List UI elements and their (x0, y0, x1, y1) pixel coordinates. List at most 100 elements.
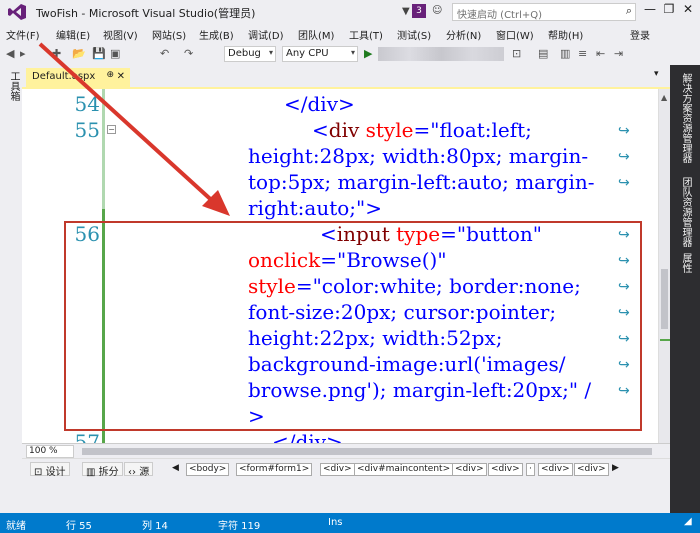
menu-test[interactable]: 测试(S) (397, 27, 431, 42)
close-button[interactable]: ✕ (678, 2, 698, 20)
properties-tab[interactable]: 属性 (678, 253, 693, 273)
menu-website[interactable]: 网站(S) (152, 27, 186, 42)
crumb-right-icon[interactable]: ▶ (612, 463, 619, 473)
breadcrumb-item[interactable]: <div> (488, 463, 523, 476)
breadcrumb-item[interactable]: <div> (574, 463, 609, 476)
breadcrumb-item[interactable]: <div> (452, 463, 487, 476)
status-ready: 就绪 (6, 521, 26, 532)
source-view-button[interactable]: ‹› 源 (124, 462, 154, 478)
menu-help[interactable]: 帮助(H) (548, 27, 583, 42)
left-tool-strip: 工具箱 (0, 65, 22, 513)
zoom-value: 100 % (29, 446, 58, 456)
line-number: 54 (74, 92, 100, 116)
line-number: 57 (74, 430, 100, 443)
toolbar: ◀ ▸ ✚ 📂 💾 ▣ ↶ ↷ Debug ▾ Any CPU ▾ ▶ ⊡ ▤ … (0, 43, 700, 65)
search-icon: ⌕ (625, 4, 632, 17)
resize-grip-icon[interactable]: ◢ (684, 516, 692, 527)
menu-window[interactable]: 窗口(W) (496, 27, 534, 42)
quick-launch-input[interactable]: 快速启动 (Ctrl+Q) ⌕ (452, 3, 636, 21)
toolbar-icon[interactable]: ▥ (560, 47, 570, 60)
change-indicator (102, 89, 105, 209)
minimize-button[interactable]: — (640, 2, 660, 20)
quick-launch-placeholder: 快速启动 (Ctrl+Q) (457, 10, 543, 21)
split-view-button[interactable]: ▥ 拆分 (82, 462, 123, 478)
start-debug-icon[interactable]: ▶ (364, 47, 372, 60)
team-explorer-tab[interactable]: 团队资源管理器 (678, 177, 693, 247)
zoom-select[interactable]: 100 % (26, 445, 74, 458)
menu-debug[interactable]: 调试(D) (248, 27, 284, 42)
toolbox-tab[interactable]: 工具箱 (6, 71, 21, 101)
document-tab-bar: Default.aspx ⊕ ✕ ▾ (22, 65, 670, 87)
scroll-change-marker (660, 339, 670, 341)
tab-default-aspx[interactable]: Default.aspx ⊕ ✕ (26, 68, 130, 87)
vertical-scrollbar[interactable]: ▲ (658, 89, 670, 443)
toolbar-icon[interactable]: ▤ (538, 47, 548, 60)
redo-icon[interactable]: ↷ (184, 47, 193, 60)
code-line: top:5px; margin-left:auto; margin- (248, 170, 595, 194)
back-icon[interactable]: ◀ (6, 47, 14, 60)
breadcrumb-item[interactable]: <form#form1> (236, 463, 313, 476)
login-link[interactable]: 登录 (630, 27, 650, 42)
menu-tools[interactable]: 工具(T) (349, 27, 383, 42)
line-number: 55 (74, 118, 100, 142)
menu-team[interactable]: 团队(M) (298, 27, 334, 42)
filter-icon[interactable]: ▼ (402, 6, 410, 17)
save-all-icon[interactable]: ▣ (110, 47, 120, 60)
status-char: 字符 119 (218, 521, 261, 532)
toolbar-icon[interactable]: ⊡ (512, 47, 521, 60)
design-view-button[interactable]: ⊡ 设计 (30, 462, 70, 478)
menu-build[interactable]: 生成(B) (199, 27, 234, 42)
chevron-down-icon: ▾ (268, 48, 273, 57)
status-bar: 就绪 行 55 列 14 字符 119 Ins ◢ (0, 513, 700, 533)
blurred-region (378, 47, 504, 61)
collapse-icon[interactable]: − (107, 125, 116, 134)
menu-view[interactable]: 视图(V) (103, 27, 138, 42)
forward-icon[interactable]: ▸ (20, 47, 26, 60)
word-wrap-icon: ↪ (618, 149, 630, 165)
config-select[interactable]: Debug ▾ (224, 46, 276, 62)
horizontal-scrollbar[interactable] (82, 448, 652, 455)
window-title: TwoFish - Microsoft Visual Studio(管理员) (36, 7, 256, 20)
toolbar-icon[interactable]: ≡ (578, 47, 587, 60)
code-line: right:auto;"> (248, 196, 383, 220)
chevron-down-icon: ▾ (350, 48, 355, 57)
menu-bar: 文件(F) 编辑(E) 视图(V) 网站(S) 生成(B) 调试(D) 团队(M… (0, 24, 700, 43)
status-row: 行 55 (66, 521, 92, 532)
status-insert-mode: Ins (328, 517, 343, 528)
close-icon[interactable]: ✕ (117, 71, 125, 82)
highlight-box (64, 221, 642, 431)
right-tool-strip: 解决方案资源管理器 团队资源管理器 属性 (670, 65, 700, 513)
word-wrap-icon: ↪ (618, 175, 630, 191)
save-icon[interactable]: 💾 (92, 47, 106, 60)
scroll-thumb[interactable] (661, 269, 668, 329)
solution-explorer-tab[interactable]: 解决方案资源管理器 (678, 73, 693, 163)
undo-icon[interactable]: ↶ (160, 47, 169, 60)
chevron-down-icon[interactable]: ▾ (654, 69, 659, 79)
platform-select[interactable]: Any CPU ▾ (282, 46, 358, 62)
status-column: 列 14 (142, 521, 168, 532)
toolbar-icon[interactable]: ⇤ (596, 47, 605, 60)
menu-analyze[interactable]: 分析(N) (446, 27, 481, 42)
breadcrumb-item[interactable]: <div> (538, 463, 573, 476)
title-bar: TwoFish - Microsoft Visual Studio(管理员) ▼… (0, 0, 700, 24)
notification-badge[interactable]: 3 (412, 4, 426, 18)
config-select-value: Debug (228, 48, 261, 59)
toolbar-icon[interactable]: ⇥ (614, 47, 623, 60)
breadcrumb-item[interactable]: <div> (320, 463, 355, 476)
code-line: </div> (284, 92, 355, 116)
breadcrumb-item[interactable]: <div#maincontent> (354, 463, 454, 476)
new-project-icon[interactable]: ✚ (52, 47, 61, 60)
menu-edit[interactable]: 编辑(E) (56, 27, 90, 42)
platform-select-value: Any CPU (286, 48, 329, 59)
breadcrumb-item[interactable]: · (526, 463, 535, 476)
maximize-button[interactable]: ❐ (659, 2, 679, 20)
scroll-up-icon[interactable]: ▲ (661, 93, 667, 102)
breadcrumb-item[interactable]: <body> (186, 463, 230, 476)
pin-icon[interactable]: ⊕ (106, 70, 114, 80)
word-wrap-icon: ↪ (618, 123, 630, 139)
crumb-left-icon[interactable]: ◀ (172, 463, 179, 473)
feedback-icon[interactable]: ☺ (432, 5, 442, 16)
open-icon[interactable]: 📂 (72, 47, 86, 60)
menu-file[interactable]: 文件(F) (6, 27, 40, 42)
code-line: </div> (272, 430, 343, 443)
